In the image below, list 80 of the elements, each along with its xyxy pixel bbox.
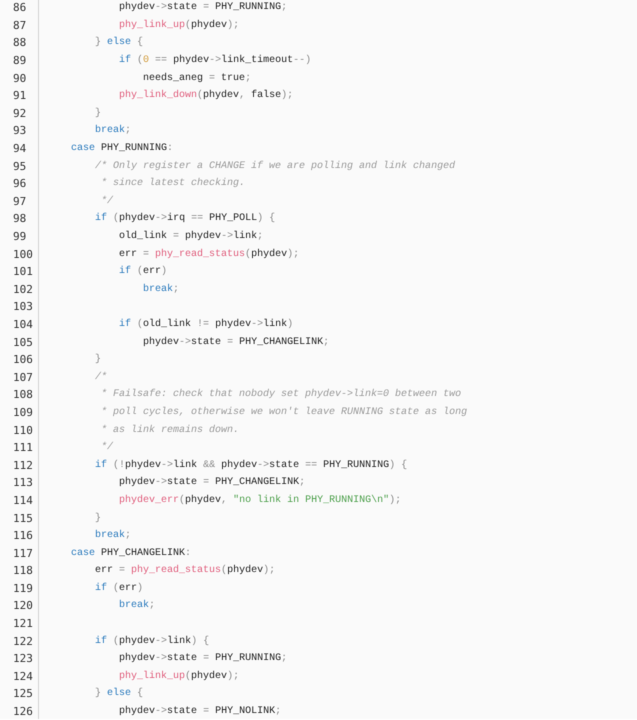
line-number: 126 (12, 705, 34, 718)
code-line: if (0 == phydev->link_timeout--) (118, 55, 312, 66)
code-line: phy_link_up(phydev); (118, 670, 240, 682)
line-number: 95 (12, 160, 28, 173)
line-number: 92 (12, 106, 28, 120)
code-line: err = phy_read_status(phydev); (118, 248, 300, 260)
code-line: * as link remains down. (100, 424, 240, 436)
code-line: * Failsafe: check that nobody set phydev->link=0 between two (100, 389, 462, 400)
line-number: 117 (12, 546, 34, 560)
code-line: phydev->state = PHY_RUNNING; (118, 2, 288, 14)
code-line: phydev->state = PHY_RUNNING; (118, 653, 288, 664)
line-number: 88 (12, 36, 28, 50)
code-line: break; (94, 530, 132, 542)
code-line: /* Only register a CHANGE if we are polling and link changed (94, 160, 456, 172)
code-line: if (err) (118, 266, 168, 278)
code-line: } (94, 354, 102, 366)
line-number: 119 (12, 582, 34, 595)
code-line: * poll cycles, otherwise we won't leave RUNNING state as long (100, 406, 468, 418)
code-line: phydev->state = PHY_CHANGELINK; (118, 477, 306, 488)
code-line: if (err) (94, 582, 144, 594)
code-line: } (94, 512, 102, 524)
code-line: needs_aneg = true; (142, 72, 252, 84)
code-line: } else { (94, 37, 144, 48)
line-number: 93 (12, 124, 28, 138)
line-number: 97 (12, 194, 28, 208)
line-number: 112 (12, 458, 34, 472)
line-number: 87 (12, 18, 28, 32)
code-line: */ (100, 442, 114, 454)
line-number: 107 (12, 370, 34, 384)
line-number: 103 (12, 300, 34, 314)
code-line: phy_link_down(phydev, false); (118, 90, 294, 102)
line-number: 90 (12, 72, 28, 85)
code-line: phydev_err(phydev, "no link in PHY_RUNNING\n"); (118, 494, 402, 506)
line-number: 118 (12, 564, 34, 578)
code-line: } else { (94, 688, 144, 700)
code-line: if (old_link != phydev->link) (118, 318, 294, 330)
line-number: 109 (12, 406, 34, 419)
line-number: 125 (12, 687, 34, 700)
line-number: 89 (12, 54, 28, 68)
line-number: 86 (12, 1, 28, 14)
code-line: break; (142, 284, 180, 295)
code-line: * since latest checking. (100, 178, 246, 190)
code-line: case PHY_CHANGELINK: (70, 548, 192, 559)
code-line: phydev->state = PHY_NOLINK; (118, 706, 282, 718)
code-line: case PHY_RUNNING: (70, 143, 174, 154)
line-number: 105 (12, 336, 34, 349)
line-number: 121 (12, 617, 34, 630)
code-line: break; (94, 125, 132, 136)
code-line: */ (100, 196, 114, 207)
line-number: 96 (12, 177, 28, 190)
line-number: 100 (12, 248, 34, 261)
code-line: phydev->state = PHY_CHANGELINK; (142, 336, 330, 348)
code-line: phy_link_up(phydev); (118, 20, 240, 31)
line-number: 94 (12, 142, 28, 156)
code-line: if (!phydev->link && phydev->state == PHY_RUNNING) { (94, 460, 408, 471)
line-number: 123 (12, 652, 34, 666)
line-number: 99 (12, 230, 28, 244)
code-line: break; (118, 600, 156, 612)
code-line: old_link = phydev->link; (118, 231, 264, 242)
line-number: 110 (12, 424, 34, 437)
code-line: if (phydev->link) { (94, 636, 210, 647)
line-number: 122 (12, 634, 34, 648)
code-line: /* (94, 372, 108, 383)
line-number: 115 (12, 512, 34, 525)
line-number: 124 (12, 670, 34, 683)
line-number: 111 (12, 441, 34, 454)
line-number: 116 (12, 529, 34, 542)
line-number: 113 (12, 476, 34, 490)
code-line: } (94, 108, 102, 119)
code-line: if (phydev->irq == PHY_POLL) { (94, 213, 276, 224)
line-number: 101 (12, 265, 34, 278)
line-number: 102 (12, 282, 34, 296)
line-number: 120 (12, 599, 34, 612)
line-number: 98 (12, 212, 28, 226)
code-line: err = phy_read_status(phydev); (94, 565, 276, 576)
line-number: 106 (12, 353, 34, 366)
line-number: 108 (12, 388, 34, 402)
line-number: 114 (12, 494, 34, 507)
line-number: 91 (12, 89, 28, 102)
line-number: 104 (12, 318, 34, 331)
